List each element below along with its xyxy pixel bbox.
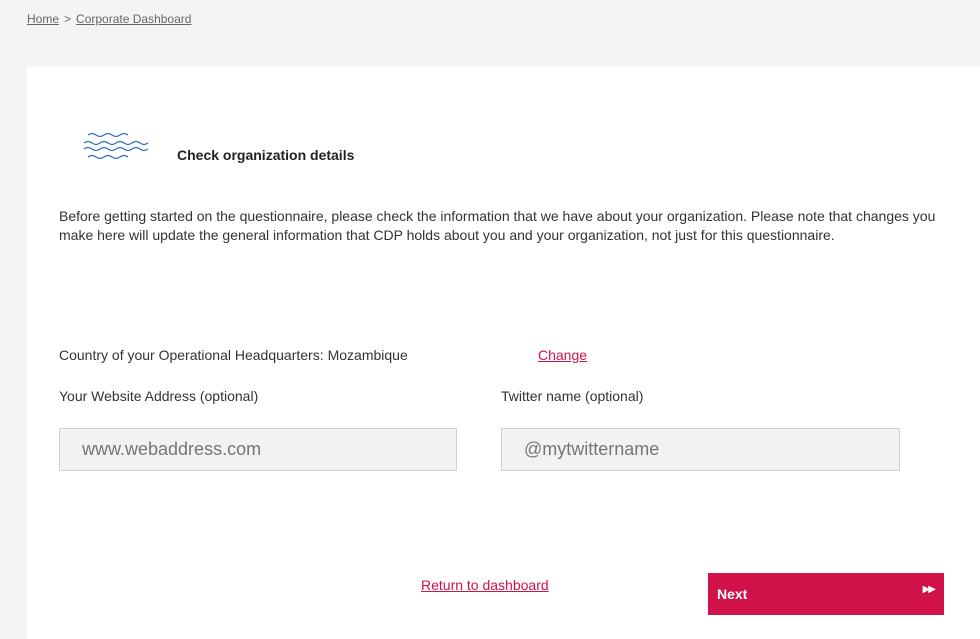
change-country-link[interactable]: Change bbox=[538, 347, 587, 363]
fast-forward-icon: ▶▶ bbox=[922, 584, 936, 595]
breadcrumb-current-link[interactable]: Corporate Dashboard bbox=[76, 12, 191, 26]
page: Home > Corporate Dashboard Check organizat… bbox=[0, 0, 980, 639]
next-button[interactable]: Next ▶▶ bbox=[708, 573, 944, 615]
website-input[interactable] bbox=[59, 428, 457, 471]
country-row: Country of your Operational Headquarters… bbox=[59, 347, 408, 363]
intro-text: Before getting started on the questionna… bbox=[59, 208, 936, 243]
breadcrumb-separator: > bbox=[64, 12, 72, 26]
waves-icon bbox=[83, 132, 149, 160]
next-button-label: Next bbox=[717, 586, 748, 602]
organization-details-card: Check organization details Before gettin… bbox=[27, 67, 980, 639]
twitter-label: Twitter name (optional) bbox=[501, 388, 644, 404]
twitter-input[interactable] bbox=[501, 428, 900, 471]
country-label: Country of your Operational Headquarters… bbox=[59, 347, 324, 363]
breadcrumb-home-link[interactable]: Home bbox=[27, 12, 59, 26]
return-to-dashboard-link[interactable]: Return to dashboard bbox=[421, 577, 549, 593]
breadcrumb: Home > Corporate Dashboard bbox=[27, 12, 191, 26]
country-value: Mozambique bbox=[327, 347, 408, 363]
section-title: Check organization details bbox=[177, 147, 355, 163]
website-label: Your Website Address (optional) bbox=[59, 388, 259, 404]
